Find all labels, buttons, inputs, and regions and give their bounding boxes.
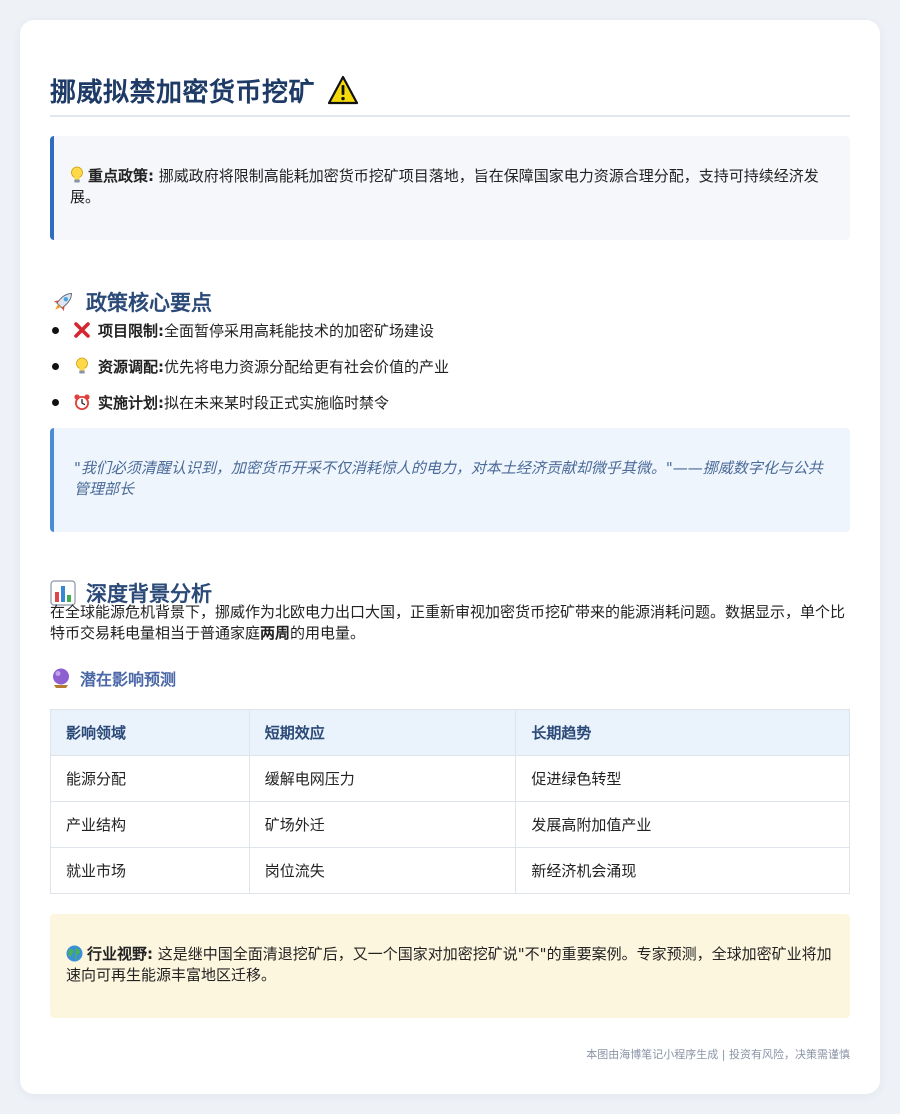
footer-note: 本图由海博笔记小程序生成 | 投资有风险，决策需谨慎 — [586, 1048, 850, 1061]
bullet-dot — [52, 362, 59, 370]
table-row: 产业结构 矿场外迁 发展高附加值产业 — [50, 801, 850, 848]
warning-icon — [327, 75, 359, 105]
title-row: 挪威拟禁加密货币挖矿 — [50, 70, 850, 110]
policy-callout: 重点政策: 挪威政府将限制高能耗加密货币挖矿项目落地，旨在保障国家电力资源合理分… — [50, 136, 850, 240]
point-label: 资源调配: — [98, 357, 164, 376]
alarm-clock-icon — [73, 393, 91, 411]
table-cell: 缓解电网压力 — [248, 755, 517, 802]
impact-subheading: 潜在影响预测 — [50, 666, 176, 690]
light-bulb-icon — [70, 166, 84, 184]
core-points-list: 项目限制: 全面暂停采用高耗能技术的加密矿场建设 资源调配: 优先将电力资源分配… — [50, 312, 850, 420]
table-row: 就业市场 岗位流失 新经济机会涌现 — [50, 847, 850, 894]
cross-mark-icon — [73, 321, 91, 339]
paragraph-highlight: 两周 — [260, 624, 291, 642]
table-cell: 就业市场 — [50, 847, 250, 894]
paragraph-text: 在全球能源危机背景下，挪威作为北欧电力出口大国，正重新审视加密货币挖矿带来的能源… — [50, 603, 846, 642]
impact-table: 影响领域 短期效应 长期趋势 能源分配 缓解电网压力 促进绿色转型 产业结构 矿… — [50, 709, 850, 894]
background-paragraph: 在全球能源危机背景下，挪威作为北欧电力出口大国，正重新审视加密货币挖矿带来的能源… — [50, 602, 850, 644]
paragraph-text-end: 的用电量。 — [290, 624, 366, 642]
table-row: 能源分配 缓解电网压力 促进绿色转型 — [50, 755, 850, 802]
point-text: 优先将电力资源分配给更有社会价值的产业 — [164, 357, 450, 376]
list-item: 实施计划: 拟在未来某时段正式实施临时禁令 — [50, 384, 850, 420]
policy-text: 挪威政府将限制高能耗加密货币挖矿项目落地，旨在保障国家电力资源合理分配，支持可持… — [70, 167, 819, 206]
page-title: 挪威拟禁加密货币挖矿 — [50, 77, 316, 108]
quote-text: "我们必须清醒认识到，加密货币开采不仅消耗惊人的电力，对本土经济贡献却微乎其微。… — [74, 459, 823, 498]
industry-text: 这是继中国全面清退挖矿后，又一个国家对加密挖矿说"不"的重要案例。专家预测，全球… — [66, 945, 832, 984]
table-cell: 能源分配 — [50, 755, 250, 802]
column-header: 影响领域 — [50, 709, 250, 756]
crystal-ball-icon — [50, 667, 72, 689]
table-cell: 促进绿色转型 — [515, 755, 850, 802]
title-divider — [50, 115, 850, 117]
policy-label: 重点政策: — [88, 167, 154, 185]
bullet-dot — [52, 398, 59, 406]
quote-callout: "我们必须清醒认识到，加密货币开采不仅消耗惊人的电力，对本土经济贡献却微乎其微。… — [50, 428, 850, 532]
point-text: 全面暂停采用高耗能技术的加密矿场建设 — [164, 321, 435, 340]
column-header: 短期效应 — [248, 709, 517, 756]
table-cell: 产业结构 — [50, 801, 250, 848]
list-item: 资源调配: 优先将电力资源分配给更有社会价值的产业 — [50, 348, 850, 384]
point-text: 拟在未来某时段正式实施临时禁令 — [164, 393, 390, 412]
industry-label: 行业视野: — [87, 945, 153, 963]
point-label: 实施计划: — [98, 393, 164, 412]
point-label: 项目限制: — [98, 321, 164, 340]
bullet-dot — [52, 326, 59, 334]
impact-subheading-title: 潜在影响预测 — [80, 670, 177, 689]
article-card: 挪威拟禁加密货币挖矿 重点政策: 挪威政府将限制高能耗加密货币挖矿项目落地，旨在… — [20, 20, 880, 1094]
industry-callout: 行业视野: 这是继中国全面清退挖矿后，又一个国家对加密挖矿说"不"的重要案例。专… — [50, 914, 850, 1018]
table-cell: 岗位流失 — [248, 847, 517, 894]
list-item: 项目限制: 全面暂停采用高耗能技术的加密矿场建设 — [50, 312, 850, 348]
table-cell: 发展高附加值产业 — [515, 801, 850, 848]
globe-icon — [66, 945, 83, 962]
table-cell: 新经济机会涌现 — [515, 847, 850, 894]
column-header: 长期趋势 — [515, 709, 850, 756]
table-cell: 矿场外迁 — [248, 801, 517, 848]
light-bulb-icon — [73, 357, 91, 375]
table-header-row: 影响领域 短期效应 长期趋势 — [50, 709, 850, 756]
